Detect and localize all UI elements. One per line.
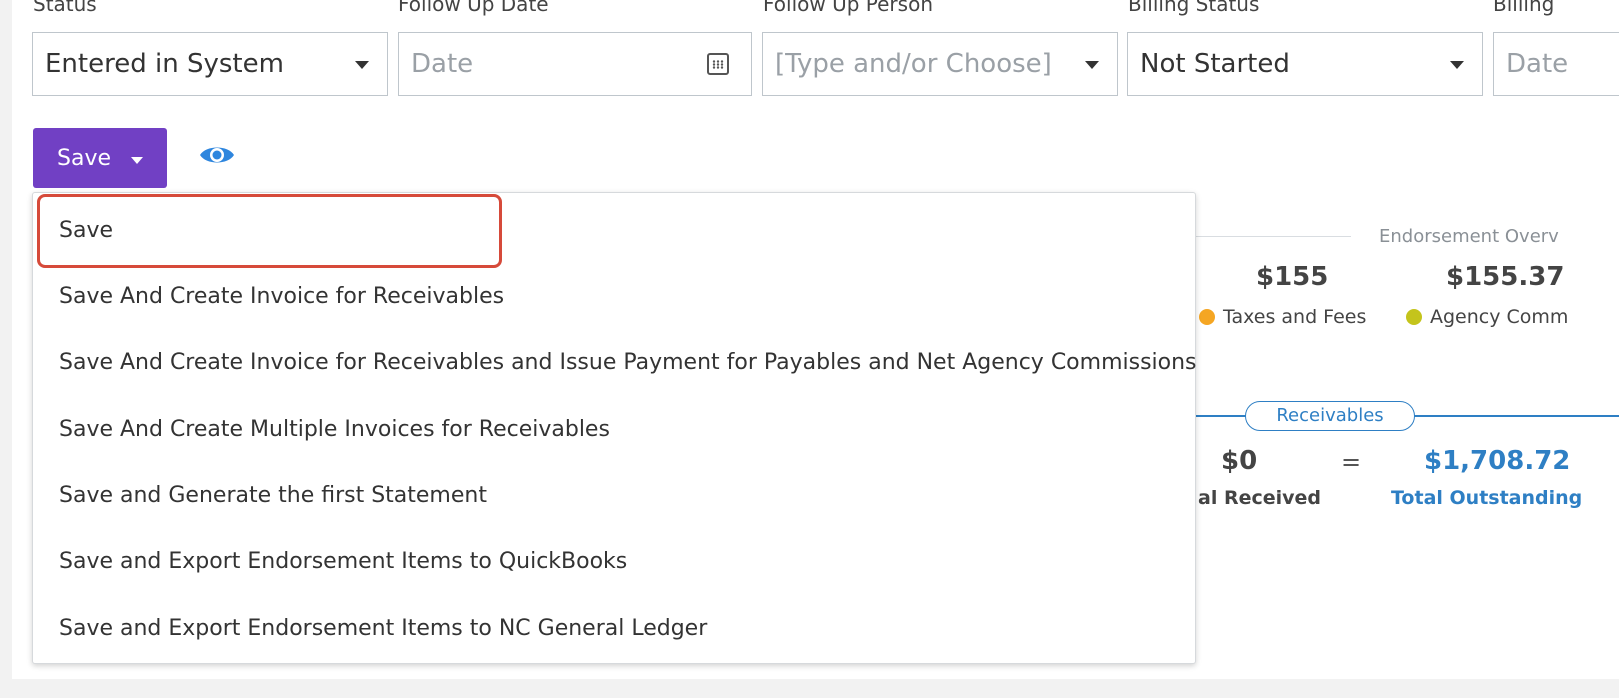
receivables-line-left: [1196, 415, 1246, 417]
billing-date-label: Billing: [1493, 0, 1555, 16]
follow-up-date-input[interactable]: Date: [398, 32, 752, 96]
menu-item-save-generate-statement[interactable]: Save and Generate the first Statement: [59, 480, 487, 512]
follow-up-date-placeholder: Date: [411, 49, 474, 79]
legend-dot-icon: [1406, 309, 1422, 325]
follow-up-date-label: Follow Up Date: [398, 0, 549, 16]
legend-taxes-label: Taxes and Fees: [1223, 306, 1367, 328]
menu-item-save-multiple-invoices[interactable]: Save And Create Multiple Invoices for Re…: [59, 414, 610, 446]
endorsement-overview-title: Endorsement Overv: [1379, 226, 1559, 247]
menu-item-save-export-quickbooks[interactable]: Save and Export Endorsement Items to Qui…: [59, 546, 627, 578]
agency-commission-amount: $155.37: [1446, 262, 1565, 292]
save-button-label: Save: [57, 145, 112, 171]
total-received-label: al Received: [1198, 487, 1321, 509]
legend-dot-icon: [1199, 309, 1215, 325]
follow-up-person-placeholder: [Type and/or Choose]: [775, 49, 1052, 79]
billing-status-value: Not Started: [1140, 49, 1290, 79]
save-split-button[interactable]: Save: [33, 128, 167, 188]
menu-item-save-create-invoice[interactable]: Save And Create Invoice for Receivables: [59, 281, 504, 313]
total-outstanding-label[interactable]: Total Outstanding: [1391, 487, 1582, 509]
status-select[interactable]: Entered in System: [32, 32, 388, 96]
billing-status-select[interactable]: Not Started: [1127, 32, 1483, 96]
calendar-icon[interactable]: [707, 53, 729, 75]
chevron-down-icon: [355, 61, 369, 69]
legend-agency: Agency Comm: [1406, 306, 1568, 328]
follow-up-person-select[interactable]: [Type and/or Choose]: [762, 32, 1118, 96]
eye-icon[interactable]: [198, 140, 236, 170]
follow-up-person-label: Follow Up Person: [763, 0, 933, 16]
chevron-down-icon: [1085, 61, 1099, 69]
highlight-box: [37, 194, 502, 268]
total-received-value: $0: [1221, 446, 1258, 476]
legend-agency-label: Agency Comm: [1430, 306, 1569, 328]
legend-taxes: Taxes and Fees: [1199, 306, 1366, 328]
equals-sign: =: [1341, 448, 1362, 476]
status-select-value: Entered in System: [45, 49, 284, 79]
billing-date-input[interactable]: Date: [1493, 32, 1619, 96]
menu-item-save-invoice-issue-payment[interactable]: Save And Create Invoice for Receivables …: [59, 347, 1197, 379]
billing-status-label: Billing Status: [1128, 0, 1260, 16]
menu-item-save-export-nc-ledger[interactable]: Save and Export Endorsement Items to NC …: [59, 613, 707, 645]
receivables-line-right: [1414, 415, 1619, 417]
chevron-down-icon: [131, 157, 143, 164]
receivables-pill: Receivables: [1245, 401, 1415, 431]
chevron-down-icon: [1450, 61, 1464, 69]
taxes-amount: $155: [1256, 262, 1329, 292]
billing-date-placeholder: Date: [1506, 49, 1569, 79]
status-label: Status: [33, 0, 97, 16]
section-divider: [1196, 236, 1351, 237]
total-outstanding-value[interactable]: $1,708.72: [1424, 446, 1570, 476]
